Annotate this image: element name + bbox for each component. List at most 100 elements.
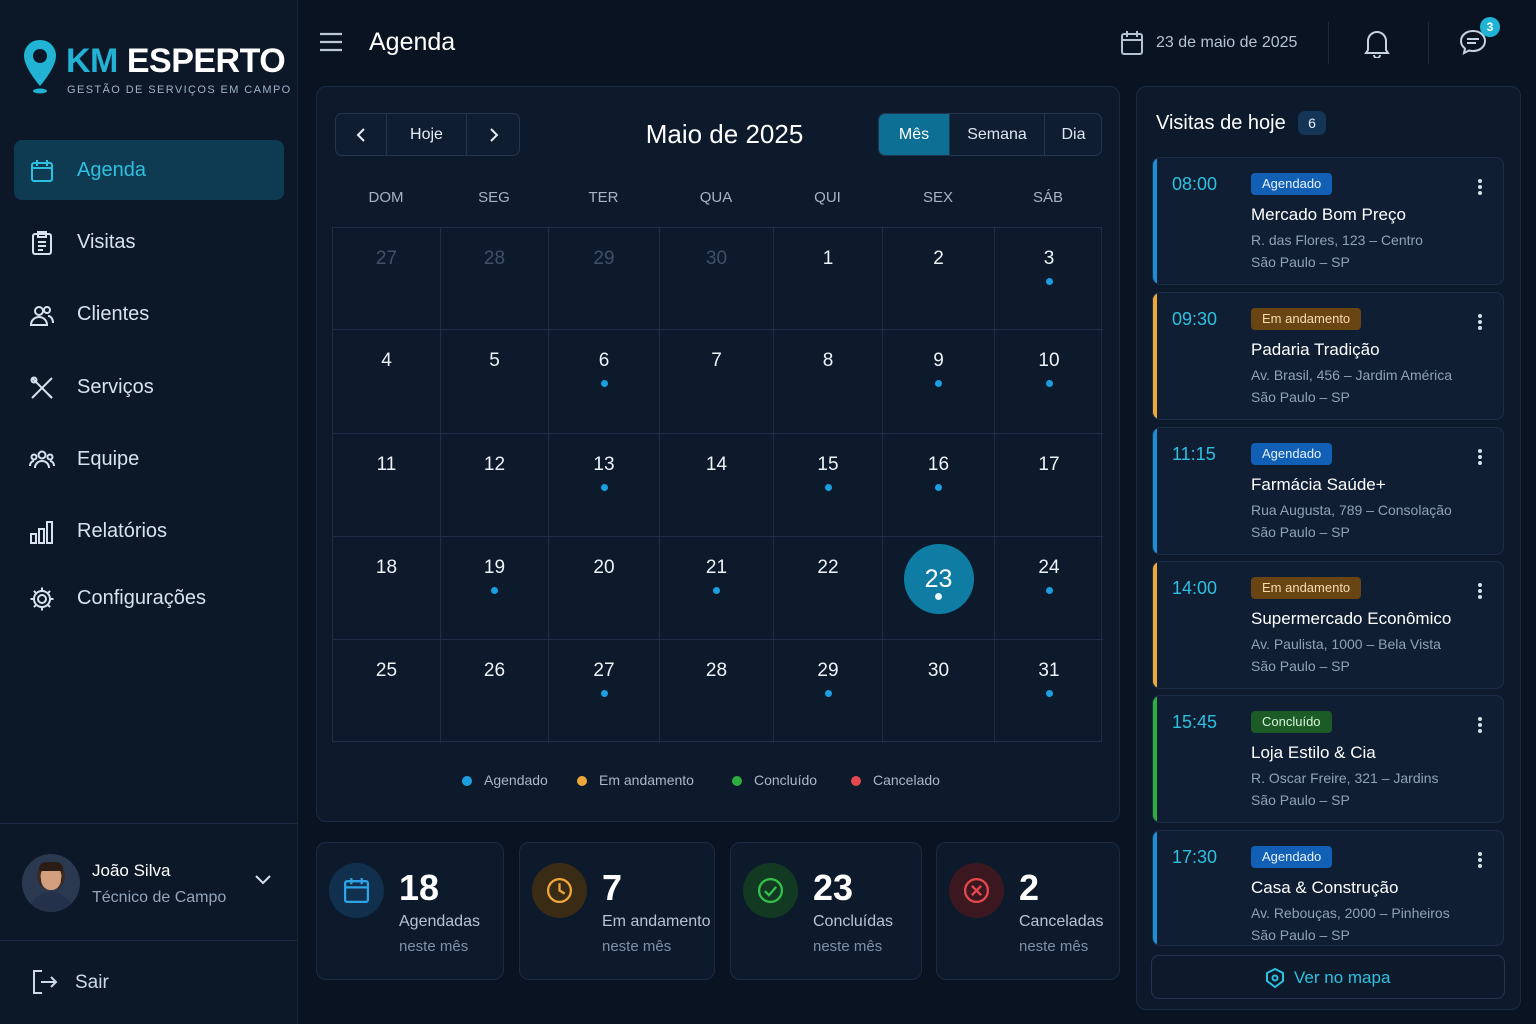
visit-city: São Paulo – SP	[1251, 254, 1350, 270]
menu-icon[interactable]	[318, 30, 344, 54]
view-day-button[interactable]: Dia	[1044, 114, 1101, 155]
more-options-icon[interactable]	[1473, 714, 1487, 736]
stat-card-cancelled[interactable]: 2 Canceladas neste mês	[936, 842, 1120, 980]
sidebar-item-servicos[interactable]: Serviços	[14, 357, 284, 417]
calendar-day[interactable]: 3	[995, 228, 1103, 330]
visit-city: São Paulo – SP	[1251, 658, 1350, 674]
visit-card[interactable]: 15:45 Concluído Loja Estilo & Cia R. Oscar …	[1152, 695, 1504, 823]
sidebar-item-equipe[interactable]: Equipe	[14, 429, 284, 489]
calendar-day[interactable]: 5	[441, 330, 549, 434]
stat-label: Em andamento	[602, 913, 711, 930]
calendar-day[interactable]: 12	[441, 434, 549, 537]
more-options-icon[interactable]	[1473, 446, 1487, 468]
today-button[interactable]: Hoje	[387, 114, 467, 155]
calendar-day[interactable]: 14	[660, 434, 774, 537]
calendar-day[interactable]: 1	[774, 228, 883, 330]
calendar-day[interactable]: 24	[995, 537, 1103, 640]
calendar-day[interactable]: 28	[660, 640, 774, 743]
event-dot	[491, 587, 498, 594]
calendar-day[interactable]: 21	[660, 537, 774, 640]
calendar-day[interactable]: 27	[333, 228, 441, 330]
message-count-badge: 3	[1480, 17, 1500, 37]
day-number: 28	[483, 248, 506, 269]
visit-time: 08:00	[1172, 174, 1218, 194]
calendar-day[interactable]: 13	[549, 434, 660, 537]
sidebar-item-relatorios[interactable]: Relatórios	[14, 501, 284, 561]
calendar-day[interactable]: 10	[995, 330, 1103, 434]
prev-month-button[interactable]	[336, 114, 387, 155]
sidebar-item-label: Visitas	[77, 230, 136, 253]
calendar-day[interactable]: 22	[774, 537, 883, 640]
calendar-day-today[interactable]: 23	[883, 537, 995, 640]
status-badge: Agendado	[1251, 173, 1333, 195]
view-map-label: Ver no mapa	[1294, 968, 1391, 987]
calendar-day[interactable]: 6	[549, 330, 660, 434]
view-week-button[interactable]: Semana	[949, 114, 1044, 155]
current-date[interactable]: 23 de maio de 2025	[1120, 30, 1297, 56]
visit-card[interactable]: 11:15 Agendado Farmácia Saúde+ Rua Augusta,…	[1152, 427, 1504, 555]
weekday-label: QUI	[814, 189, 841, 206]
sidebar-item-label: Serviços	[77, 375, 154, 398]
more-options-icon[interactable]	[1473, 176, 1487, 198]
bell-icon[interactable]	[1364, 28, 1390, 58]
visit-card[interactable]: 14:00 Em andamento Supermercado Econômico A…	[1152, 561, 1504, 689]
calendar-day[interactable]: 17	[995, 434, 1103, 537]
day-number: 4	[381, 350, 392, 371]
calendar-day[interactable]: 8	[774, 330, 883, 434]
calendar-day[interactable]: 29	[549, 228, 660, 330]
sidebar-item-visitas[interactable]: Visitas	[14, 212, 284, 272]
logout-button[interactable]: Sair	[0, 941, 298, 1024]
day-number: 21	[705, 557, 728, 578]
status-bar	[1153, 428, 1157, 554]
stat-value: 18	[399, 867, 440, 908]
map-pin-icon	[1266, 967, 1284, 989]
day-number: 9	[933, 350, 944, 371]
calendar-day[interactable]: 30	[660, 228, 774, 330]
calendar-day[interactable]: 20	[549, 537, 660, 640]
status-bar	[1153, 831, 1157, 945]
more-options-icon[interactable]	[1473, 849, 1487, 871]
calendar-day[interactable]: 16	[883, 434, 995, 537]
weekday-label: DOM	[368, 189, 404, 206]
month-grid: 27 28 29 30 1 2 3 4 5 6 7 8 9 10 11 12 13 14 15 16 17 18 19 20 2…	[332, 227, 1103, 743]
stat-card-scheduled[interactable]: 18 Agendadas neste mês	[316, 842, 504, 980]
more-options-icon[interactable]	[1473, 311, 1487, 333]
divider	[1328, 22, 1329, 64]
view-map-button[interactable]: Ver no mapa	[1151, 955, 1505, 999]
calendar-day[interactable]: 27	[549, 640, 660, 743]
more-options-icon[interactable]	[1473, 580, 1487, 602]
calendar-day[interactable]: 26	[441, 640, 549, 743]
calendar-day[interactable]: 7	[660, 330, 774, 434]
visit-card[interactable]: 17:30 Agendado Casa & Construção Av. Rebouç…	[1152, 830, 1504, 946]
calendar-day[interactable]: 18	[333, 537, 441, 640]
calendar-day[interactable]: 30	[883, 640, 995, 743]
calendar-day[interactable]: 29	[774, 640, 883, 743]
calendar-day[interactable]: 15	[774, 434, 883, 537]
calendar-day[interactable]: 31	[995, 640, 1103, 743]
chevron-down-icon[interactable]	[254, 874, 272, 886]
event-dot	[935, 593, 942, 600]
calendar-day[interactable]: 19	[441, 537, 549, 640]
clock-icon	[546, 877, 573, 904]
calendar-day[interactable]: 4	[333, 330, 441, 434]
status-bar	[1153, 696, 1157, 822]
calendar-day[interactable]: 11	[333, 434, 441, 537]
day-number: 29	[593, 248, 615, 269]
calendar-day[interactable]: 9	[883, 330, 995, 434]
visit-card[interactable]: 09:30 Em andamento Padaria Tradição Av. Bra…	[1152, 292, 1504, 420]
event-dot	[600, 484, 608, 491]
day-number: 10	[1038, 350, 1060, 371]
user-profile[interactable]: João Silva Técnico de Campo	[0, 824, 298, 940]
visit-card[interactable]: 08:00 Agendado Mercado Bom Preço R. das Flo…	[1152, 157, 1504, 285]
sidebar-item-label: Agenda	[77, 158, 146, 181]
sidebar-item-clientes[interactable]: Clientes	[14, 284, 284, 344]
stat-card-completed[interactable]: 23 Concluídas neste mês	[730, 842, 922, 980]
calendar-day[interactable]: 2	[883, 228, 995, 330]
calendar-day[interactable]: 25	[333, 640, 441, 743]
sidebar-item-configuracoes[interactable]: Configurações	[14, 568, 284, 628]
next-month-button[interactable]	[467, 114, 519, 155]
stat-card-in-progress[interactable]: 7 Em andamento neste mês	[519, 842, 715, 980]
sidebar-item-agenda[interactable]: Agenda	[14, 140, 284, 200]
view-month-button[interactable]: Mês	[879, 114, 949, 155]
calendar-day[interactable]: 28	[441, 228, 549, 330]
